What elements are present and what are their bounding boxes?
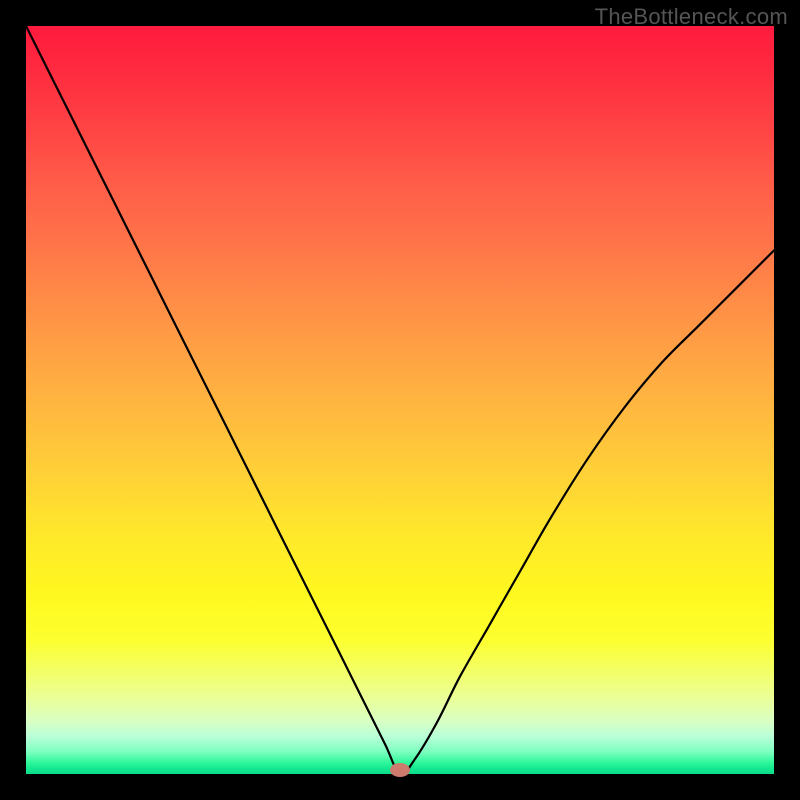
minimum-marker [390, 763, 410, 777]
watermark-text: TheBottleneck.com [595, 4, 788, 30]
bottleneck-curve-path [26, 26, 774, 774]
curve-svg [26, 26, 774, 774]
plot-area [26, 26, 774, 774]
chart-container: TheBottleneck.com [0, 0, 800, 800]
